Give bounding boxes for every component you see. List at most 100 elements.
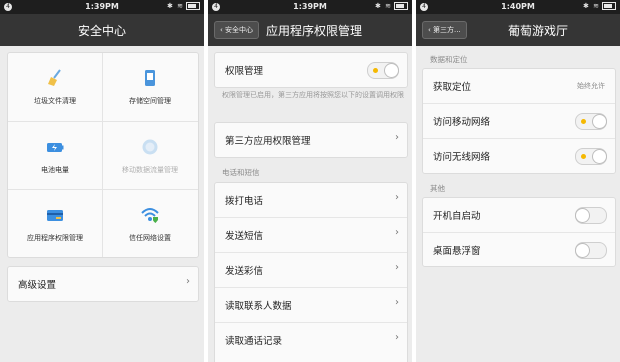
row-label: 发送短信 xyxy=(225,231,264,242)
battery-status-icon xyxy=(394,2,408,10)
screens: 4 1:39PM ✱ ≋ 安全中心 垃圾文件清理 存储空间管理 电池电量 移动数… xyxy=(0,0,620,362)
storage-icon xyxy=(145,70,155,86)
section-header: 其他 xyxy=(430,184,445,193)
toggle-knob xyxy=(575,208,590,223)
row-label: 开机自启动 xyxy=(433,211,481,222)
status-icons: ✱ ≋ xyxy=(583,2,616,10)
tile-junk-cleanup[interactable]: 垃圾文件清理 xyxy=(8,53,102,120)
bluetooth-wifi-icon: ✱ ≋ xyxy=(167,2,184,10)
row-label: 发送彩信 xyxy=(225,266,264,277)
chevron-right-icon: › xyxy=(395,132,399,143)
status-icons: ✱ ≋ xyxy=(375,2,408,10)
title-bar: ‹ 安全中心 应用程序权限管理 xyxy=(208,14,412,46)
back-button[interactable]: ‹ 安全中心 xyxy=(214,21,260,39)
autostart-row: 开机自启动 xyxy=(423,198,615,231)
battery-icon xyxy=(47,143,64,152)
advanced-settings-card: 高级设置 › xyxy=(7,266,199,302)
page-title: 葡萄游戏厅 xyxy=(507,24,568,38)
tile-label: 电池电量 xyxy=(41,166,69,174)
permission-item-contacts[interactable]: 读取联系人数据 › xyxy=(215,288,407,321)
toggle-knob xyxy=(592,149,607,164)
row-label: 权限管理 xyxy=(225,66,264,77)
back-label: 安全中心 xyxy=(225,26,254,34)
location-row[interactable]: 获取定位 始终允许 xyxy=(423,69,615,102)
toggle-indicator xyxy=(581,154,586,159)
tile-label: 应用程序权限管理 xyxy=(27,234,83,242)
feature-grid: 垃圾文件清理 存储空间管理 电池电量 移动数据流量管理 应用程序权限管理 信任网… xyxy=(7,52,199,258)
permission-item-sms[interactable]: 发送短信 › xyxy=(215,218,407,251)
toggle-knob xyxy=(384,63,399,78)
tile-app-permissions[interactable]: 应用程序权限管理 xyxy=(8,190,102,257)
chevron-right-icon: › xyxy=(395,262,399,273)
battery-status-icon xyxy=(602,2,616,10)
permission-description: 权限管理已启用，第三方应用将按照您以下的设置调用权限 xyxy=(222,91,404,99)
permission-toggle[interactable] xyxy=(367,62,399,79)
toggle-knob xyxy=(575,243,590,258)
status-bar: 4 1:39PM ✱ ≋ xyxy=(0,0,204,14)
third-party-permissions-row[interactable]: 第三方应用权限管理 › xyxy=(215,123,407,156)
third-party-card: 第三方应用权限管理 › xyxy=(214,122,408,158)
row-label: 访问无线网络 xyxy=(433,152,491,163)
chevron-right-icon: › xyxy=(395,332,399,343)
app-permissions-screen: 4 1:39PM ✱ ≋ ‹ 安全中心 应用程序权限管理 权限管理 权限管理已启… xyxy=(208,0,412,362)
floating-window-toggle[interactable] xyxy=(575,242,607,259)
tile-label: 存储空间管理 xyxy=(129,97,171,105)
title-bar: ‹ 第三方... 葡萄游戏厅 xyxy=(416,14,620,46)
bluetooth-wifi-icon: ✱ ≋ xyxy=(583,2,600,10)
bluetooth-wifi-icon: ✱ ≋ xyxy=(375,2,392,10)
row-label: 高级设置 xyxy=(18,280,57,291)
status-bar: 4 1:39PM ✱ ≋ xyxy=(208,0,412,14)
wifi-network-row: 访问无线网络 xyxy=(423,139,615,172)
permission-card-icon xyxy=(47,210,63,221)
advanced-settings-row[interactable]: 高级设置 › xyxy=(8,267,198,300)
tile-data-usage[interactable]: 移动数据流量管理 xyxy=(103,122,197,189)
phone-sms-permissions-card: 拨打电话 › 发送短信 › 发送彩信 › 读取联系人数据 › 读取通话记录 › xyxy=(214,182,408,362)
mobile-network-toggle[interactable] xyxy=(575,113,607,130)
other-card: 开机自启动 桌面悬浮窗 xyxy=(422,197,616,267)
autostart-toggle[interactable] xyxy=(575,207,607,224)
section-header: 电话和短信 xyxy=(222,168,260,177)
toggle-indicator xyxy=(581,119,586,124)
broom-icon xyxy=(48,69,61,86)
row-label: 拨打电话 xyxy=(225,196,264,207)
title-bar: 安全中心 xyxy=(0,14,204,46)
toggle-knob xyxy=(592,114,607,129)
tile-label: 信任网络设置 xyxy=(129,234,171,242)
row-label: 访问移动网络 xyxy=(433,117,491,128)
security-center-screen: 4 1:39PM ✱ ≋ 安全中心 垃圾文件清理 存储空间管理 电池电量 移动数… xyxy=(0,0,204,362)
row-label: 读取联系人数据 xyxy=(225,301,292,312)
chevron-right-icon: › xyxy=(395,192,399,203)
status-icons: ✱ ≋ xyxy=(167,2,200,10)
toggle-indicator xyxy=(373,68,378,73)
battery-status-icon xyxy=(186,2,200,10)
row-value: 始终允许 xyxy=(577,82,605,90)
tile-label: 移动数据流量管理 xyxy=(122,166,178,174)
chevron-right-icon: › xyxy=(395,227,399,238)
chevron-right-icon: › xyxy=(395,297,399,308)
section-header: 数据和定位 xyxy=(430,55,468,64)
tile-label: 垃圾文件清理 xyxy=(34,97,76,105)
tile-battery[interactable]: 电池电量 xyxy=(8,122,102,189)
permission-item-call-log[interactable]: 读取通话记录 › xyxy=(215,323,407,356)
page-title: 应用程序权限管理 xyxy=(266,24,363,38)
permission-management-card: 权限管理 xyxy=(214,52,408,88)
status-bar: 4 1:40PM ✱ ≋ xyxy=(416,0,620,14)
mobile-network-row: 访问移动网络 xyxy=(423,104,615,137)
permission-item-call[interactable]: 拨打电话 › xyxy=(215,183,407,216)
tile-trusted-networks[interactable]: 信任网络设置 xyxy=(103,190,197,257)
data-location-card: 获取定位 始终允许 访问移动网络 访问无线网络 xyxy=(422,68,616,174)
data-usage-icon xyxy=(142,139,158,155)
wifi-shield-icon xyxy=(141,208,159,223)
floating-window-row: 桌面悬浮窗 xyxy=(423,233,615,266)
row-label: 桌面悬浮窗 xyxy=(433,246,481,257)
wifi-network-toggle[interactable] xyxy=(575,148,607,165)
permission-management-row: 权限管理 xyxy=(215,53,407,86)
row-label: 读取通话记录 xyxy=(225,336,283,347)
chevron-right-icon: › xyxy=(186,276,190,287)
row-label: 第三方应用权限管理 xyxy=(225,136,311,147)
page-title: 安全中心 xyxy=(77,24,126,38)
app-detail-screen: 4 1:40PM ✱ ≋ ‹ 第三方... 葡萄游戏厅 数据和定位 获取定位 始… xyxy=(416,0,620,362)
row-label: 获取定位 xyxy=(433,82,472,93)
permission-item-mms[interactable]: 发送彩信 › xyxy=(215,253,407,286)
tile-storage-management[interactable]: 存储空间管理 xyxy=(103,53,197,120)
